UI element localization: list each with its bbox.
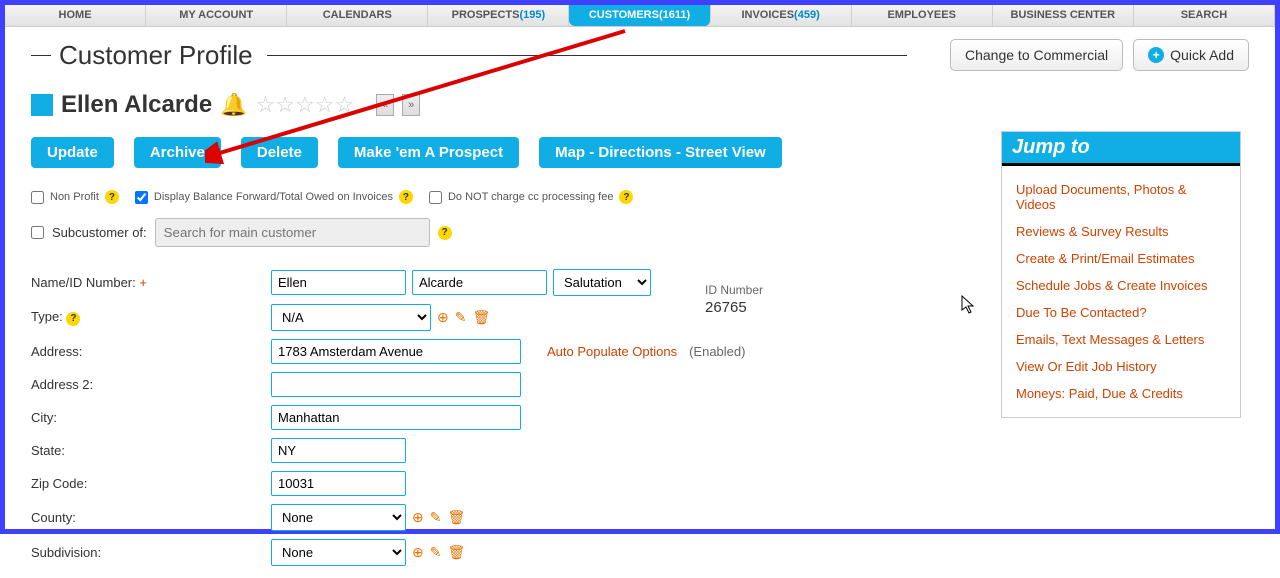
prev-button[interactable]: « (376, 94, 394, 116)
jump-to-item[interactable]: Due To Be Contacted? (1016, 299, 1226, 326)
jump-to-item[interactable]: Emails, Text Messages & Letters (1016, 326, 1226, 353)
subcustomer-checkbox[interactable] (31, 226, 44, 239)
edit-icon[interactable]: ✎ (455, 309, 467, 326)
jump-to-title: Jump to (1002, 132, 1240, 166)
change-commercial-button[interactable]: Change to Commercial (950, 39, 1123, 71)
help-icon[interactable]: ? (438, 226, 452, 240)
zip-label: Zip Code: (31, 476, 271, 491)
city-input[interactable] (271, 405, 521, 430)
name-id-label: Name/ID Number: + (31, 275, 271, 290)
plus-icon: + (1148, 47, 1164, 63)
tab-prospects[interactable]: PROSPECTS(195) (428, 5, 569, 26)
id-number-value: 26765 (705, 299, 763, 316)
delete-icon[interactable]: 🗑 (472, 309, 490, 326)
top-navigation: HOME MY ACCOUNT CALENDARS PROSPECTS(195)… (5, 5, 1275, 27)
jump-to-item[interactable]: View Or Edit Job History (1016, 353, 1226, 380)
tab-business-center[interactable]: BUSINESS CENTER (993, 5, 1134, 26)
address2-label: Address 2: (31, 377, 271, 392)
tab-prospects-label: PROSPECTS (452, 9, 520, 21)
city-label: City: (31, 410, 271, 425)
id-number-label: ID Number (705, 283, 763, 297)
quick-add-label: Quick Add (1170, 47, 1234, 63)
id-number-block: ID Number 26765 (705, 283, 763, 316)
tab-invoices[interactable]: INVOICES(459) (711, 5, 852, 26)
jump-to-item[interactable]: Reviews & Survey Results (1016, 218, 1226, 245)
county-select[interactable]: None (271, 504, 406, 531)
delete-icon[interactable]: 🗑 (447, 544, 465, 561)
help-icon[interactable]: ? (619, 190, 633, 204)
tab-customers-count: (1611) (659, 9, 690, 21)
subcustomer-search-input[interactable] (155, 218, 430, 247)
subcustomer-label: Subcustomer of: (52, 225, 147, 240)
display-balance-label: Display Balance Forward/Total Owed on In… (154, 191, 393, 203)
state-label: State: (31, 443, 271, 458)
make-prospect-button[interactable]: Make 'em A Prospect (338, 137, 519, 168)
edit-icon[interactable]: ✎ (430, 509, 442, 526)
add-icon[interactable]: ⊕ (437, 309, 449, 326)
display-balance-checkbox[interactable] (135, 191, 148, 204)
tab-myaccount[interactable]: MY ACCOUNT (146, 5, 287, 26)
tab-search[interactable]: SEARCH (1134, 5, 1275, 26)
nocc-checkbox[interactable] (429, 191, 442, 204)
tab-invoices-count: (459) (794, 9, 820, 21)
help-icon[interactable]: ? (105, 190, 119, 204)
add-icon[interactable]: ⊕ (412, 509, 424, 526)
archive-button[interactable]: Archive (134, 137, 221, 168)
auto-populate-status: (Enabled) (689, 344, 745, 359)
tab-invoices-label: INVOICES (741, 9, 794, 21)
tab-calendars[interactable]: CALENDARS (287, 5, 428, 26)
tab-employees[interactable]: EMPLOYEES (852, 5, 993, 26)
tab-home[interactable]: HOME (5, 5, 146, 26)
nonprofit-checkbox[interactable] (31, 191, 44, 204)
rating-stars[interactable]: ☆☆☆☆☆ (256, 92, 355, 118)
first-name-input[interactable] (271, 270, 406, 295)
subdivision-select[interactable]: None (271, 539, 406, 566)
jump-to-item[interactable]: Upload Documents, Photos & Videos (1016, 176, 1226, 218)
county-label: County: (31, 510, 271, 525)
subdivision-label: Subdivision: (31, 545, 271, 560)
address2-input[interactable] (271, 372, 521, 397)
map-button[interactable]: Map - Directions - Street View (539, 137, 782, 168)
last-name-input[interactable] (412, 270, 547, 295)
jump-to-item[interactable]: Schedule Jobs & Create Invoices (1016, 272, 1226, 299)
quick-add-button[interactable]: + Quick Add (1133, 39, 1249, 71)
address-label: Address: (31, 344, 271, 359)
auto-populate-link[interactable]: Auto Populate Options (547, 344, 677, 359)
jump-to-list: Upload Documents, Photos & Videos Review… (1002, 166, 1240, 417)
add-icon[interactable]: ⊕ (412, 544, 424, 561)
tab-customers-label: CUSTOMERS (589, 9, 659, 21)
zip-input[interactable] (271, 471, 406, 496)
type-select[interactable]: N/A (271, 304, 431, 331)
customer-name: Ellen Alcarde (61, 91, 212, 119)
jump-to-item[interactable]: Moneys: Paid, Due & Credits (1016, 380, 1226, 407)
tab-prospects-count: (195) (519, 9, 545, 21)
address-input[interactable] (271, 339, 521, 364)
nocc-label: Do NOT charge cc processing fee (448, 191, 613, 203)
delete-icon[interactable]: 🗑 (447, 509, 465, 526)
help-icon[interactable]: ? (399, 190, 413, 204)
page-title: Customer Profile (59, 40, 253, 71)
type-label: Type: ? (31, 309, 271, 326)
edit-icon[interactable]: ✎ (430, 544, 442, 561)
delete-button[interactable]: Delete (241, 137, 318, 168)
update-button[interactable]: Update (31, 137, 114, 168)
customer-color-indicator (31, 94, 53, 116)
bell-icon[interactable]: 🔔 (220, 92, 247, 118)
salutation-select[interactable]: Salutation (553, 269, 651, 296)
state-input[interactable] (271, 438, 406, 463)
jump-to-panel: Jump to Upload Documents, Photos & Video… (1001, 131, 1241, 418)
next-button[interactable]: » (402, 94, 420, 116)
help-icon[interactable]: ? (66, 312, 80, 326)
tab-customers[interactable]: CUSTOMERS(1611) (569, 5, 710, 26)
title-dash-left (31, 55, 51, 56)
nonprofit-label: Non Profit (50, 191, 99, 203)
jump-to-item[interactable]: Create & Print/Email Estimates (1016, 245, 1226, 272)
title-dash-right (267, 55, 907, 56)
